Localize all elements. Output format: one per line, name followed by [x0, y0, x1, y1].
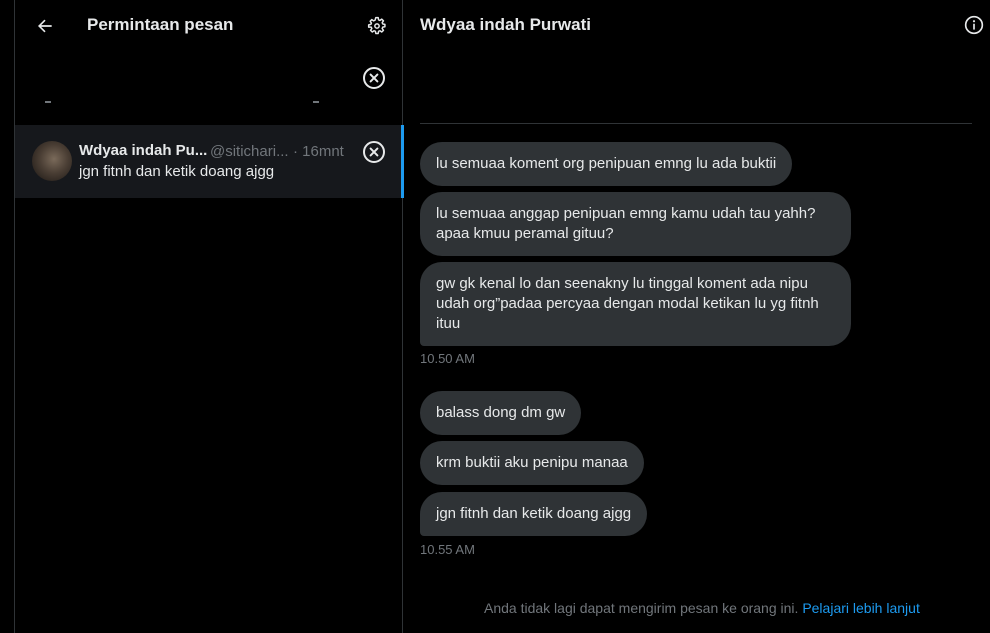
- info-icon: [964, 15, 984, 35]
- info-button[interactable]: [960, 11, 988, 39]
- message-timestamp: 10.55 AM: [420, 542, 475, 557]
- conversation-title: Wdyaa indah Purwati: [420, 15, 591, 34]
- avatar: [32, 141, 72, 181]
- learn-more-link[interactable]: Pelajari lebih lanjut: [802, 600, 920, 616]
- scroll-hint-marks: [45, 101, 319, 103]
- conversation-panel: Wdyaa indah Purwati lu semuaa koment org…: [404, 0, 990, 633]
- conversation-name: Wdyaa indah Pu...: [79, 142, 208, 159]
- conversation-time: · 16mnt: [293, 143, 344, 160]
- message-timestamp: 10.50 AM: [420, 351, 475, 366]
- message-bubble: gw gk kenal lo dan seenakny lu tinggal k…: [420, 262, 851, 346]
- conversation-handle: @sitichari...: [210, 143, 289, 160]
- page-title: Permintaan pesan: [87, 15, 234, 34]
- notice-text: Anda tidak lagi dapat mengirim pesan ke …: [484, 600, 799, 616]
- settings-button[interactable]: [362, 11, 392, 41]
- conversation-preview: jgn fitnh dan ketik doang ajgg: [79, 163, 275, 180]
- conversation-header: Wdyaa indah Purwati: [404, 0, 990, 52]
- gear-icon: [367, 16, 386, 35]
- close-circle-icon: [363, 67, 385, 89]
- message-bubble: lu semuaa anggap penipuan emng kamu udah…: [420, 192, 851, 256]
- message-bubble: krm buktii aku penipu manaa: [420, 441, 644, 485]
- message-requests-panel: Permintaan pesan Wdyaa indah Pu... @siti…: [15, 0, 404, 633]
- message-bubble: jgn fitnh dan ketik doang ajgg: [420, 492, 648, 536]
- conversation-item[interactable]: Wdyaa indah Pu... @sitichari... · 16mnt …: [15, 125, 404, 198]
- dismiss-all-button[interactable]: [360, 64, 388, 92]
- message-requests-header: Permintaan pesan: [15, 0, 403, 52]
- cannot-message-notice: Anda tidak lagi dapat mengirim pesan ke …: [484, 600, 920, 616]
- dismiss-conversation-button[interactable]: [360, 138, 388, 166]
- close-circle-icon: [363, 141, 385, 163]
- message-bubble: lu semuaa koment org penipuan emng lu ad…: [420, 142, 793, 186]
- back-button[interactable]: [29, 10, 61, 42]
- arrow-left-icon: [38, 19, 52, 33]
- message-bubble: balass dong dm gw: [420, 391, 582, 435]
- conversation-divider: [420, 123, 972, 124]
